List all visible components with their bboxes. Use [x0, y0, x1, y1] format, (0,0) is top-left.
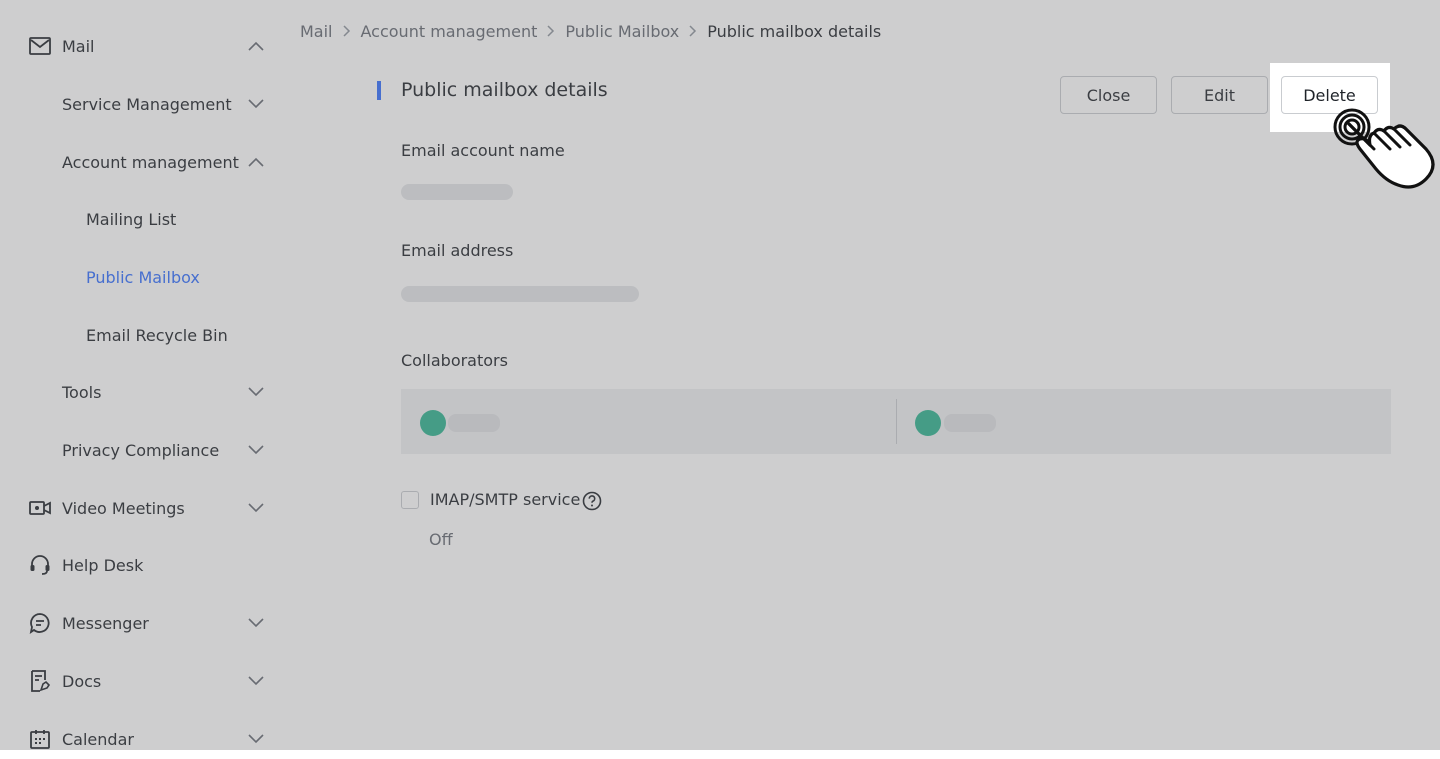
sidebar-item-label: Service Management [62, 94, 232, 114]
video-icon [29, 497, 51, 519]
imap-smtp-status: Off [429, 530, 453, 549]
chevron-down-icon [246, 498, 266, 518]
sidebar-item-label: Messenger [62, 613, 149, 633]
sidebar-item-help-desk[interactable]: Help Desk [0, 545, 300, 585]
headset-icon [29, 554, 51, 576]
account-name-value [401, 184, 513, 200]
breadcrumb-current: Public mailbox details [707, 21, 882, 41]
chevron-up-icon [246, 36, 266, 56]
chevron-down-icon [246, 382, 266, 402]
sidebar: Mail Service Management Account manageme… [0, 0, 300, 750]
account-name-label: Email account name [401, 141, 565, 160]
docs-icon [29, 670, 51, 692]
sidebar-item-service-management[interactable]: Service Management [0, 84, 300, 124]
sidebar-item-tools[interactable]: Tools [0, 372, 300, 412]
collaborator-name [448, 414, 500, 432]
main-content: Mail Account management Public Mailbox P… [300, 0, 1440, 750]
sidebar-item-label: Docs [62, 671, 102, 691]
sidebar-item-docs[interactable]: Docs [0, 661, 300, 701]
chevron-right-icon [537, 25, 565, 37]
sidebar-item-calendar[interactable]: Calendar [0, 719, 300, 759]
email-address-value [401, 286, 639, 302]
sidebar-item-mail[interactable]: Mail [0, 26, 300, 66]
collaborators-list [401, 389, 1391, 454]
imap-smtp-label: IMAP/SMTP service [430, 490, 581, 509]
sidebar-item-label: Video Meetings [62, 498, 185, 518]
email-address-label: Email address [401, 241, 514, 260]
close-button[interactable]: Close [1060, 76, 1157, 114]
avatar [420, 410, 446, 436]
sidebar-item-public-mailbox[interactable]: Public Mailbox [0, 257, 300, 297]
sidebar-item-privacy-compliance[interactable]: Privacy Compliance [0, 430, 300, 470]
section-accent-bar [377, 81, 381, 100]
sidebar-item-label: Email Recycle Bin [86, 325, 228, 345]
imap-smtp-checkbox[interactable] [401, 491, 419, 509]
chevron-down-icon [246, 671, 266, 691]
sidebar-item-label: Calendar [62, 729, 134, 749]
sidebar-item-label: Tools [62, 382, 102, 402]
sidebar-item-label: Mail [62, 36, 95, 56]
sidebar-item-email-recycle-bin[interactable]: Email Recycle Bin [0, 315, 300, 355]
highlight-box: Delete [1270, 63, 1390, 132]
sidebar-item-label: Mailing List [86, 209, 177, 229]
calendar-icon [29, 728, 51, 750]
breadcrumb-bar: Mail Account management Public Mailbox P… [300, 0, 1440, 52]
sidebar-item-mailing-list[interactable]: Mailing List [0, 199, 300, 239]
edit-button[interactable]: Edit [1171, 76, 1268, 114]
delete-button[interactable]: Delete [1281, 76, 1378, 114]
breadcrumb: Mail Account management Public Mailbox P… [300, 20, 881, 42]
mail-icon [29, 35, 51, 57]
breadcrumb-item-mail[interactable]: Mail [300, 22, 333, 41]
sidebar-item-label: Help Desk [62, 555, 144, 575]
chevron-right-icon [333, 25, 361, 37]
avatar [915, 410, 941, 436]
question-icon[interactable] [582, 491, 602, 511]
sidebar-item-account-management[interactable]: Account management [0, 142, 300, 182]
divider [896, 399, 897, 444]
page-title: Public mailbox details [401, 79, 608, 101]
collaborators-label: Collaborators [401, 351, 508, 370]
breadcrumb-item-account-management[interactable]: Account management [361, 22, 538, 41]
breadcrumb-item-public-mailbox[interactable]: Public Mailbox [565, 22, 679, 41]
sidebar-item-label: Public Mailbox [86, 267, 200, 287]
collaborator-name [944, 414, 996, 432]
chevron-right-icon [679, 25, 707, 37]
chat-icon [29, 612, 51, 634]
sidebar-item-video-meetings[interactable]: Video Meetings [0, 488, 300, 528]
sidebar-item-label: Account management [62, 152, 239, 172]
chevron-up-icon [246, 152, 266, 172]
sidebar-item-messenger[interactable]: Messenger [0, 603, 300, 643]
chevron-down-icon [246, 440, 266, 460]
sidebar-item-label: Privacy Compliance [62, 440, 220, 460]
chevron-down-icon [246, 729, 266, 749]
chevron-down-icon [246, 613, 266, 633]
chevron-down-icon [246, 94, 266, 114]
